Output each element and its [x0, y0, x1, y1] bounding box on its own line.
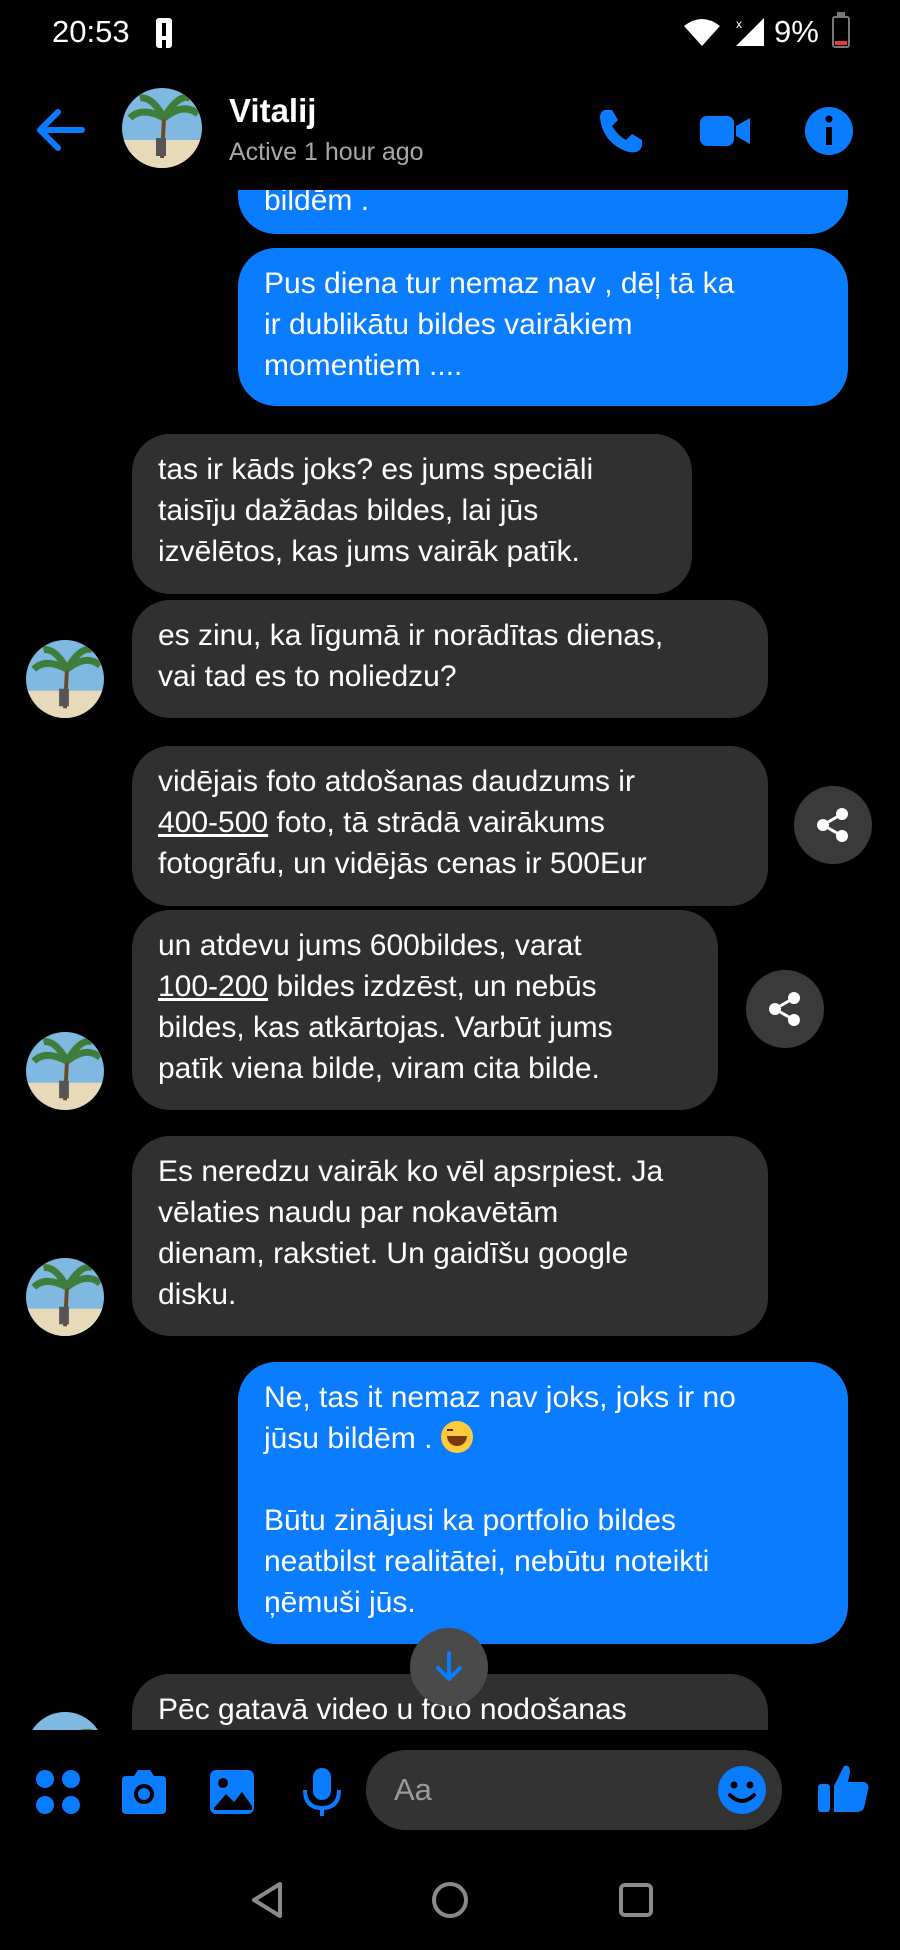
message-text: es zinu, ka līgumā ir norādītas dienas, [158, 619, 664, 652]
message-text: ņēmuši jūs. [264, 1586, 416, 1619]
status-time: 20:53 [52, 14, 130, 49]
battery-percent: 9% [774, 14, 819, 49]
message-text-line: jūsu bildēm . [264, 1418, 822, 1459]
message-incoming[interactable]: un atdevu jums 600bildes, varat 100-200 … [132, 910, 718, 1110]
nav-back-icon[interactable] [246, 1878, 290, 1922]
avatar-image [26, 1712, 104, 1730]
message-incoming[interactable]: vidējais foto atdošanas daudzums ir 400-… [132, 746, 768, 906]
message-text: jūsu bildēm . [264, 1422, 433, 1455]
message-outgoing[interactable]: Ne, tas it nemaz nav joks, joks ir no jū… [238, 1362, 848, 1644]
avatar[interactable] [122, 88, 202, 168]
message-outgoing[interactable]: bildēm . [238, 190, 848, 234]
avatar[interactable] [26, 1032, 104, 1110]
image-icon[interactable] [206, 1766, 258, 1818]
message-text [264, 1459, 822, 1500]
message-link[interactable]: 400-500 [158, 806, 268, 839]
contact-status: Active 1 hour ago [229, 138, 424, 166]
share-button[interactable] [794, 786, 872, 864]
nav-home-icon[interactable] [428, 1878, 472, 1922]
status-bar: 20:53 x 9% [0, 0, 900, 68]
share-icon [817, 808, 848, 842]
avatar[interactable] [26, 1258, 104, 1336]
emoji-icon[interactable] [716, 1764, 768, 1816]
message-text: patīk viena bilde, viram cita bilde. [158, 1052, 600, 1085]
message-incoming[interactable]: tas ir kāds joks? es jums speciāli taisī… [132, 434, 692, 594]
message-text: bildēm . [264, 190, 370, 217]
message-outgoing[interactable]: Pus diena tur nemaz nav , dēļ tā ka ir d… [238, 248, 848, 406]
message-text: foto, tā strādā vairākums [276, 806, 605, 839]
message-incoming[interactable]: es zinu, ka līgumā ir norādītas dienas, … [132, 600, 768, 718]
menu-dots-icon[interactable] [32, 1766, 84, 1818]
message-text: vidējais foto atdošanas daudzums ir [158, 765, 635, 798]
system-navigation-bar [0, 1850, 900, 1950]
message-text-line: 100-200 bildes izdzēst, un nebūs [158, 966, 692, 1007]
info-icon[interactable] [802, 104, 856, 158]
message-text: vai tad es to noliedzu? [158, 660, 457, 693]
message-text: vēlaties naudu par nokavētām [158, 1196, 559, 1229]
message-text: Pus diena tur nemaz nav , dēļ tā ka [264, 267, 735, 300]
message-text: Būtu zinājusi ka portfolio bildes [264, 1504, 676, 1537]
avatar-image [122, 88, 202, 168]
share-button[interactable] [746, 970, 824, 1048]
laughing-emoji-icon [440, 1421, 473, 1453]
message-incoming[interactable]: Es neredzu vairāk ko vēl apsrpiest. Ja v… [132, 1136, 768, 1336]
phone-icon[interactable] [594, 104, 648, 158]
thumbs-up-icon[interactable] [816, 1760, 872, 1816]
message-text: neatbilst realitātei, nebūtu noteikti [264, 1545, 710, 1578]
message-text: dienam, rakstiet. Un gaidīšu google [158, 1237, 629, 1270]
alert-icon [156, 18, 172, 48]
battery-icon [832, 12, 850, 48]
signal-icon: x [736, 17, 764, 46]
message-text-line: 400-500 foto, tā strādā vairākums [158, 802, 742, 843]
message-text: fotogrāfu, un vidējās cenas ir 500Eur [158, 847, 647, 880]
scroll-to-bottom-button[interactable] [410, 1628, 488, 1706]
message-text: bildes izdzēst, un nebūs [276, 970, 597, 1003]
message-text: ir dublikātu bildes vairākiem [264, 308, 633, 341]
avatar-image [26, 1032, 104, 1110]
contact-name: Vitalij [229, 92, 317, 129]
svg-text:x: x [736, 17, 742, 31]
message-text: tas ir kāds joks? es jums speciāli [158, 453, 594, 486]
camera-icon[interactable] [118, 1766, 170, 1818]
wifi-icon [684, 19, 720, 46]
video-camera-icon[interactable] [698, 104, 752, 158]
message-text: taisīju dažādas bildes, lai jūs [158, 494, 539, 527]
microphone-icon[interactable] [296, 1766, 348, 1818]
arrow-down-icon [436, 1651, 462, 1681]
avatar[interactable] [26, 640, 104, 718]
avatar-image [26, 1258, 104, 1336]
conversation-header: Vitalij Active 1 hour ago [0, 68, 900, 190]
back-arrow-icon[interactable] [34, 106, 86, 154]
nav-recents-icon[interactable] [614, 1878, 658, 1922]
message-composer [0, 1730, 900, 1850]
message-list[interactable]: bildēm . Pus diena tur nemaz nav , dēļ t… [0, 190, 900, 1730]
message-text: izvēlētos, kas jums vairāk patīk. [158, 535, 580, 568]
message-link[interactable]: 100-200 [158, 970, 268, 1003]
message-text: Ne, tas it nemaz nav joks, joks ir no [264, 1381, 736, 1414]
message-text: momentiem .... [264, 349, 463, 382]
message-text: bildes, kas atkārtojas. Varbūt jums [158, 1011, 613, 1044]
avatar-image [26, 640, 104, 718]
message-text: disku. [158, 1278, 237, 1311]
message-text: un atdevu jums 600bildes, varat [158, 929, 582, 962]
share-icon [769, 992, 800, 1026]
avatar[interactable] [26, 1712, 104, 1730]
message-text: Es neredzu vairāk ko vēl apsrpiest. Ja [158, 1155, 664, 1188]
